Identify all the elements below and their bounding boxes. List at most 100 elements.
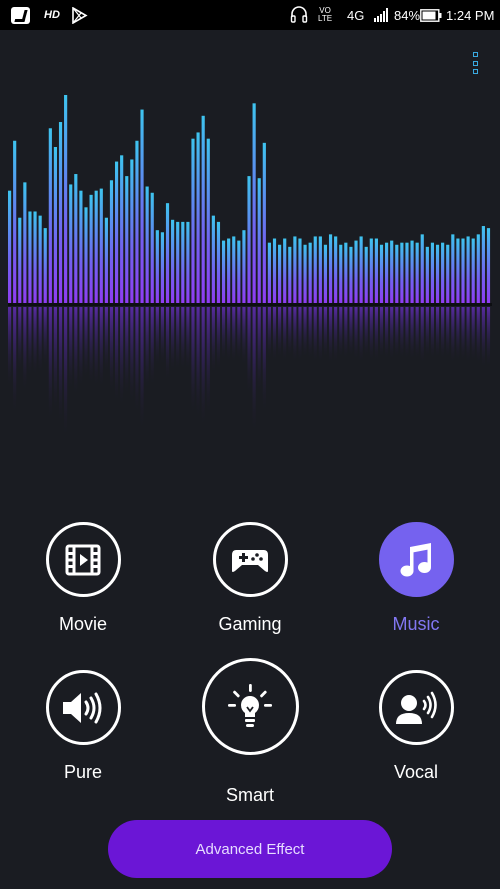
visualizer-bar-reflection	[461, 307, 465, 363]
visualizer-bar	[334, 236, 338, 303]
mode-smart-label: Smart	[225, 785, 274, 805]
visualizer-bar-reflection	[201, 307, 205, 430]
vocal-circle[interactable]	[378, 670, 454, 745]
mode-pure-label: Pure	[63, 762, 103, 782]
visualizer-bar-reflection	[145, 307, 149, 392]
visualizer-bar	[196, 132, 200, 303]
visualizer-bar	[160, 232, 164, 303]
visualizer-bar	[38, 215, 42, 303]
visualizer-bar-reflection	[13, 307, 17, 417]
audio-visualizer	[8, 95, 492, 442]
play-store-icon	[72, 0, 88, 30]
visualizer-bar	[364, 246, 368, 303]
visualizer-bar	[79, 190, 83, 303]
visualizer-bar-reflection	[232, 307, 236, 364]
visualizer-bar	[476, 234, 480, 303]
visualizer-bar	[181, 221, 185, 303]
menu-dot-icon	[472, 69, 478, 74]
mode-gaming[interactable]: Gaming	[200, 522, 300, 635]
visualizer-bar-reflection	[308, 307, 312, 361]
advanced-effect-button[interactable]: Advanced Effect	[108, 820, 392, 878]
visualizer-bar-reflection	[359, 307, 363, 364]
visualizer-bar	[252, 103, 256, 303]
mode-movie[interactable]: Movie	[33, 522, 133, 635]
visualizer-bar-reflection	[267, 307, 271, 361]
overflow-menu-button[interactable]	[466, 50, 484, 76]
visualizer-bar-reflection	[344, 307, 348, 361]
visualizer-bar	[435, 244, 440, 303]
visualizer-bar-reflection	[216, 307, 221, 372]
mode-music[interactable]: Music	[366, 522, 466, 635]
visualizer-bar-reflection	[481, 307, 485, 370]
visualizer-bar	[359, 236, 363, 303]
mode-smart[interactable]: Smart	[200, 658, 300, 806]
visualizer-bar-reflection	[369, 307, 373, 363]
visualizer-bar	[99, 188, 103, 303]
menu-dot-icon	[472, 60, 478, 66]
mode-vocal[interactable]: Vocal	[366, 670, 466, 783]
visualizer-bar-reflection	[140, 307, 144, 434]
visualizer-bar-reflection	[28, 307, 32, 378]
visualizer-bar	[201, 115, 205, 303]
visualizer-bar	[390, 240, 394, 303]
visualizer-bar	[379, 244, 384, 303]
visualizer-bar	[385, 242, 389, 303]
pure-circle[interactable]	[45, 670, 121, 745]
visualizer-bar-reflection	[323, 307, 328, 360]
visualizer-bar	[461, 238, 465, 303]
gaming-circle[interactable]	[212, 522, 288, 597]
visualizer-bar-reflection	[334, 307, 338, 364]
visualizer-bar-reflection	[125, 307, 129, 397]
visualizer-bar-reflection	[104, 307, 108, 374]
visualizer-bar	[145, 186, 149, 303]
movie-circle[interactable]	[45, 522, 121, 597]
visualizer-bar-reflection	[430, 307, 435, 361]
visualizer-bar-reflection	[191, 307, 195, 418]
battery-percent: 84%	[394, 7, 421, 23]
music-note-icon	[400, 542, 431, 576]
visualizer-bar	[446, 244, 450, 303]
visualizer-bar	[247, 176, 251, 303]
visualizer-bar	[369, 238, 373, 303]
visualizer-bar-reflection	[43, 307, 47, 369]
smart-circle[interactable]	[201, 658, 299, 755]
vocal-icon	[396, 691, 437, 724]
visualizer-bar-reflection	[171, 307, 175, 373]
visualizer-bar	[206, 138, 210, 303]
visualizer-bar-reflection	[176, 307, 180, 372]
visualizer-bar	[186, 221, 190, 303]
visualizer-bar-reflection	[374, 307, 378, 363]
visualizer-bar-reflection	[466, 307, 470, 364]
visualizer-bar-reflection	[441, 307, 445, 361]
visualizer-bar	[400, 242, 404, 303]
visualizer-bar-reflection	[181, 307, 185, 372]
visualizer-bar	[237, 240, 241, 303]
visualizer-bar-reflection	[476, 307, 480, 365]
visualizer-bar	[23, 182, 27, 303]
visualizer-bar-reflection	[109, 307, 114, 395]
visualizer-bar	[288, 246, 292, 303]
visualizer-bar	[323, 244, 328, 303]
visualizer-bar	[58, 122, 63, 303]
visualizer-baseline	[8, 303, 492, 306]
visualizer-bar	[415, 242, 419, 303]
visualizer-bar	[171, 219, 175, 303]
visualizer-bar-reflection	[94, 307, 98, 389]
mode-pure[interactable]: Pure	[33, 670, 133, 783]
visualizer-bar-reflection	[339, 307, 343, 360]
volte-icon: VO LTE	[318, 0, 332, 30]
visualizer-bar-reflection	[206, 307, 210, 418]
app-notification-icon	[11, 0, 31, 30]
visualizer-bar-reflection	[33, 307, 37, 378]
music-circle[interactable]	[378, 522, 454, 597]
visualizer-bar-reflection	[262, 307, 266, 416]
signal-icon	[374, 0, 391, 30]
visualizer-bar	[272, 238, 277, 303]
visualizer-bar-reflection	[89, 307, 93, 387]
visualizer-bar	[53, 147, 58, 303]
visualizer-bar-reflection	[313, 307, 317, 364]
visualizer-bar-reflection	[53, 307, 58, 413]
visualizer-bar	[344, 242, 348, 303]
visualizer-bar	[278, 244, 282, 303]
clock: 1:24 PM	[446, 7, 495, 23]
